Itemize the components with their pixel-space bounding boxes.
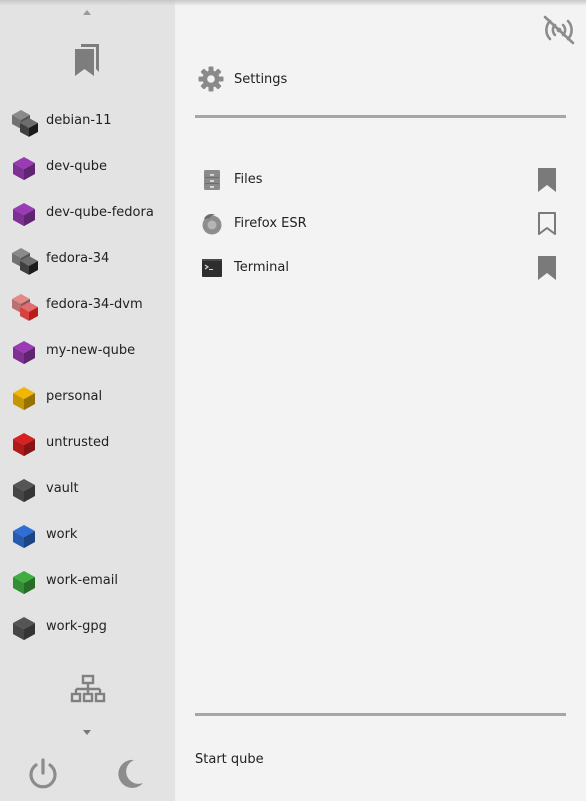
qube-item-my-new-qube[interactable]: my-new-qube	[0, 329, 175, 375]
app-label: Terminal	[234, 260, 289, 275]
qube-label: work-email	[46, 573, 119, 588]
qube-purple-icon	[10, 201, 38, 229]
qube-item-untrusted[interactable]: untrusted	[0, 421, 175, 467]
settings-label: Settings	[234, 71, 288, 87]
qube-black-icon	[10, 615, 38, 643]
network-icon[interactable]	[70, 673, 106, 705]
app-label: Files	[234, 172, 263, 187]
file-cabinet-icon	[201, 169, 223, 191]
qube-list: debian-11 dev-qube dev-qube-fedora fedora-3…	[0, 99, 178, 651]
scroll-up-arrow-icon[interactable]	[80, 7, 94, 17]
qube-label: dev-qube-fedora	[46, 205, 154, 220]
qube-label: work	[46, 527, 78, 542]
qube-label: dev-qube	[46, 159, 108, 174]
qube-template-gray-icon	[10, 247, 38, 275]
qube-label: personal	[46, 389, 103, 404]
qube-item-vault[interactable]: vault	[0, 467, 175, 513]
scroll-down-arrow-icon[interactable]	[80, 728, 94, 738]
moon-icon[interactable]	[112, 756, 148, 792]
qube-blue-icon	[10, 523, 38, 551]
qube-yellow-icon	[10, 385, 38, 413]
qube-item-personal[interactable]: personal	[0, 375, 175, 421]
network-disconnected-icon	[541, 13, 577, 47]
app-list: Files Firefox ESR Terminal	[195, 158, 566, 290]
qube-item-work[interactable]: work	[0, 513, 175, 559]
qube-item-work-gpg[interactable]: work-gpg	[0, 605, 175, 651]
qube-label: work-gpg	[46, 619, 107, 634]
qube-item-dev-qube[interactable]: dev-qube	[0, 145, 175, 191]
settings-button[interactable]: Settings	[197, 64, 287, 94]
qube-purple-icon	[10, 339, 38, 367]
qube-detail-panel: Settings Files Firefox ESR Terminal Start …	[175, 0, 586, 801]
bookmark-filled-icon[interactable]	[536, 255, 558, 281]
qube-item-fedora-34-dvm[interactable]: fedora-34-dvm	[0, 283, 175, 329]
power-icon[interactable]	[25, 756, 61, 792]
gear-icon	[197, 65, 225, 93]
app-item-terminal[interactable]: Terminal	[195, 246, 566, 290]
terminal-icon	[201, 257, 223, 279]
qube-black-icon	[10, 477, 38, 505]
app-menu: debian-11 dev-qube dev-qube-fedora fedora-3…	[0, 0, 586, 801]
qube-item-dev-qube-fedora[interactable]: dev-qube-fedora	[0, 191, 175, 237]
start-qube-button[interactable]: Start qube	[195, 752, 264, 767]
qube-label: fedora-34-dvm	[46, 297, 143, 312]
qube-label: vault	[46, 481, 79, 496]
qube-label: debian-11	[46, 113, 112, 128]
bookmarks-icon[interactable]	[71, 42, 103, 78]
qube-template-gray-icon	[10, 109, 38, 137]
app-label: Firefox ESR	[234, 216, 307, 231]
qube-label: untrusted	[46, 435, 110, 450]
qube-label: fedora-34	[46, 251, 110, 266]
firefox-icon	[201, 213, 223, 235]
qube-item-fedora-34[interactable]: fedora-34	[0, 237, 175, 283]
app-item-firefox-esr[interactable]: Firefox ESR	[195, 202, 566, 246]
bookmark-filled-icon[interactable]	[536, 167, 558, 193]
qube-dispvm-red-icon	[10, 293, 38, 321]
qube-purple-icon	[10, 155, 38, 183]
qube-item-debian-11[interactable]: debian-11	[0, 99, 178, 145]
top-shadow	[0, 0, 586, 6]
qube-red-icon	[10, 431, 38, 459]
bookmark-outline-icon[interactable]	[536, 211, 558, 237]
qube-item-work-email[interactable]: work-email	[0, 559, 175, 605]
app-item-files[interactable]: Files	[195, 158, 566, 202]
qube-green-icon	[10, 569, 38, 597]
qube-label: my-new-qube	[46, 343, 136, 358]
top-divider	[195, 115, 566, 118]
bottom-divider	[195, 713, 566, 716]
sidebar: debian-11 dev-qube dev-qube-fedora fedora-3…	[0, 0, 178, 801]
